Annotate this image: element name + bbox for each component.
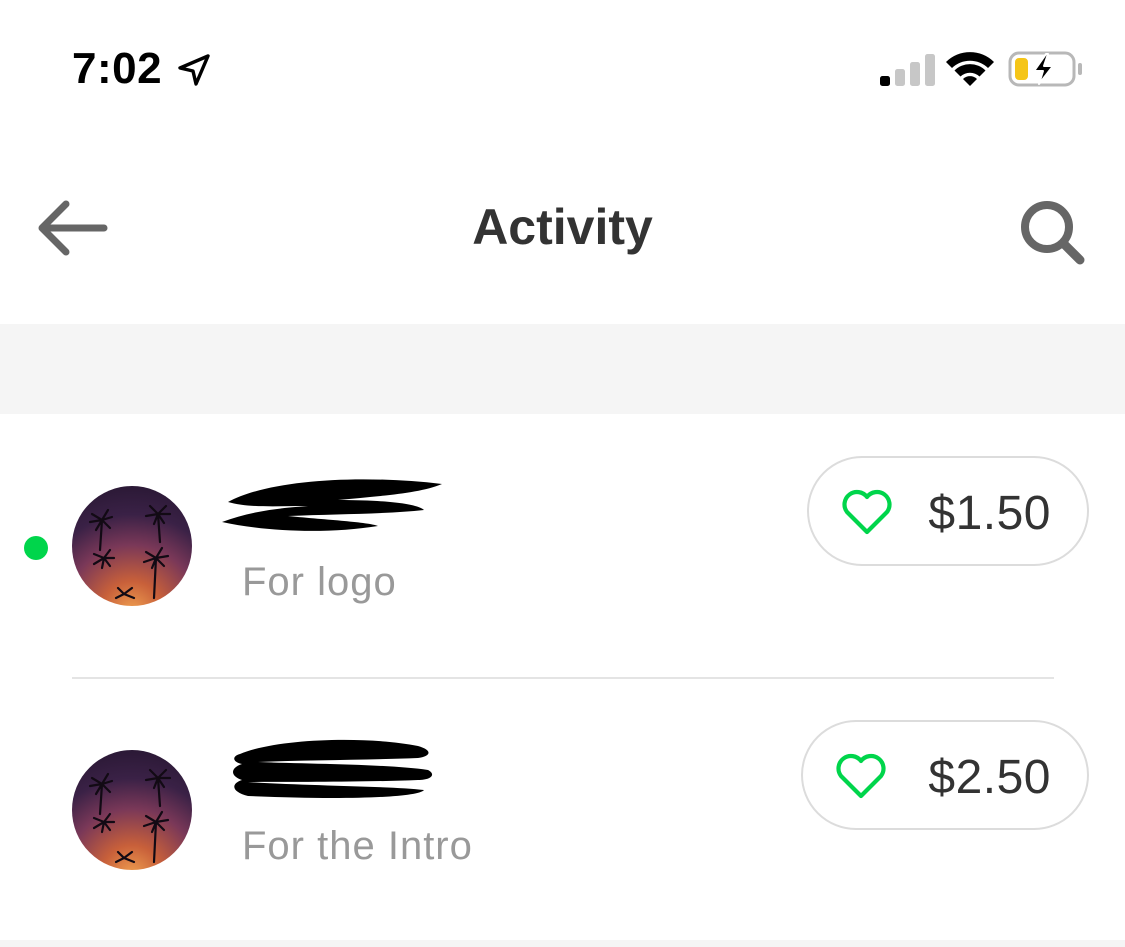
search-icon [1021, 201, 1085, 265]
amount-button[interactable]: $2.50 [801, 720, 1089, 830]
avatar [72, 750, 192, 870]
cellular-signal-icon [880, 54, 935, 86]
activity-screen: 7:02 Activity For logo $1.50 For the Int… [0, 0, 1125, 947]
activity-note: For logo [242, 560, 397, 604]
nav-bar: Activity [0, 170, 1125, 290]
avatar [72, 486, 192, 606]
wifi-icon [946, 52, 994, 86]
bottom-band [0, 940, 1125, 947]
activity-row[interactable]: For the Intro $2.50 [0, 678, 1125, 942]
redacted-name-scribble [233, 739, 433, 798]
activity-list: For logo $1.50 For the Intro $2.50 [0, 414, 1125, 944]
search-button[interactable] [1014, 194, 1090, 270]
battery-charging-icon [1008, 51, 1082, 87]
location-arrow-icon [178, 54, 210, 86]
page-title: Activity [472, 199, 653, 255]
status-bar: 7:02 [0, 0, 1125, 140]
unread-indicator-dot [24, 536, 48, 560]
amount-text: $2.50 [928, 751, 1051, 804]
redacted-name-scribble [222, 479, 442, 531]
amount-button[interactable]: $1.50 [807, 456, 1089, 566]
palm-trees-avatar-image [88, 768, 172, 864]
heart-icon[interactable] [841, 488, 893, 536]
section-divider-band [0, 324, 1125, 414]
activity-note: For the Intro [242, 824, 473, 868]
amount-text: $1.50 [928, 487, 1051, 540]
activity-row[interactable]: For logo $1.50 [0, 414, 1125, 679]
heart-icon[interactable] [835, 752, 887, 800]
palm-trees-avatar-image [88, 504, 172, 600]
status-time: 7:02 [72, 44, 163, 93]
